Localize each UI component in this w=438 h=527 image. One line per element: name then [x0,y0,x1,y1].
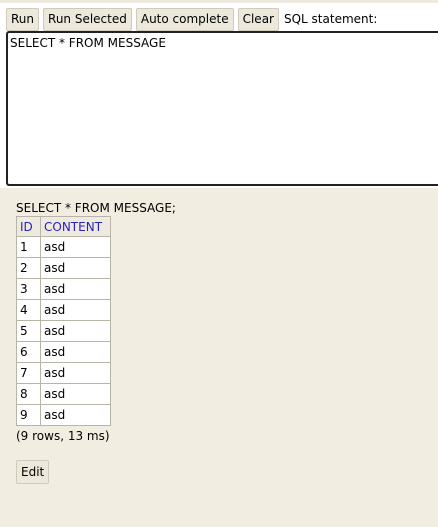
cell-content: asd [40,236,111,258]
table-row: 1 asd [16,236,111,258]
table-row: 6 asd [16,341,111,363]
cell-content: asd [40,362,111,384]
cell-id: 6 [16,341,41,363]
table-row: 8 asd [16,383,111,405]
result-panel: SELECT * FROM MESSAGE; ID CONTENT 1 asd … [0,188,438,527]
auto-complete-button[interactable]: Auto complete [135,7,234,31]
clear-button[interactable]: Clear [237,7,279,31]
sql-statement-label: SQL statement: [283,11,378,26]
cell-id: 9 [16,404,41,426]
cell-content: asd [40,341,111,363]
column-header-id[interactable]: ID [16,216,41,237]
run-button[interactable]: Run [6,7,40,31]
cell-content: asd [40,278,111,300]
table-header-row: ID CONTENT [16,216,111,237]
table-row: 9 asd [16,404,111,426]
table-row: 7 asd [16,362,111,384]
edit-button[interactable]: Edit [16,460,50,484]
cell-id: 2 [16,257,41,279]
cell-id: 7 [16,362,41,384]
cell-id: 5 [16,320,41,342]
table-row: 3 asd [16,278,111,300]
result-status: (9 rows, 13 ms) [16,429,110,443]
column-header-content[interactable]: CONTENT [40,216,111,237]
result-table: ID CONTENT 1 asd 2 asd 3 asd 4 asd 5 asd… [16,216,111,426]
table-row: 5 asd [16,320,111,342]
cell-content: asd [40,383,111,405]
cell-content: asd [40,320,111,342]
table-row: 4 asd [16,299,111,321]
cell-content: asd [40,404,111,426]
cell-id: 4 [16,299,41,321]
query-panel: Run Run Selected Auto complete Clear SQL… [0,0,438,188]
sql-editor[interactable]: SELECT * FROM MESSAGE [6,31,438,186]
toolbar: Run Run Selected Auto complete Clear SQL… [6,7,377,31]
run-selected-button[interactable]: Run Selected [43,7,132,31]
cell-id: 1 [16,236,41,258]
cell-id: 3 [16,278,41,300]
cell-content: asd [40,299,111,321]
table-row: 2 asd [16,257,111,279]
executed-query: SELECT * FROM MESSAGE; [16,201,176,215]
cell-id: 8 [16,383,41,405]
cell-content: asd [40,257,111,279]
